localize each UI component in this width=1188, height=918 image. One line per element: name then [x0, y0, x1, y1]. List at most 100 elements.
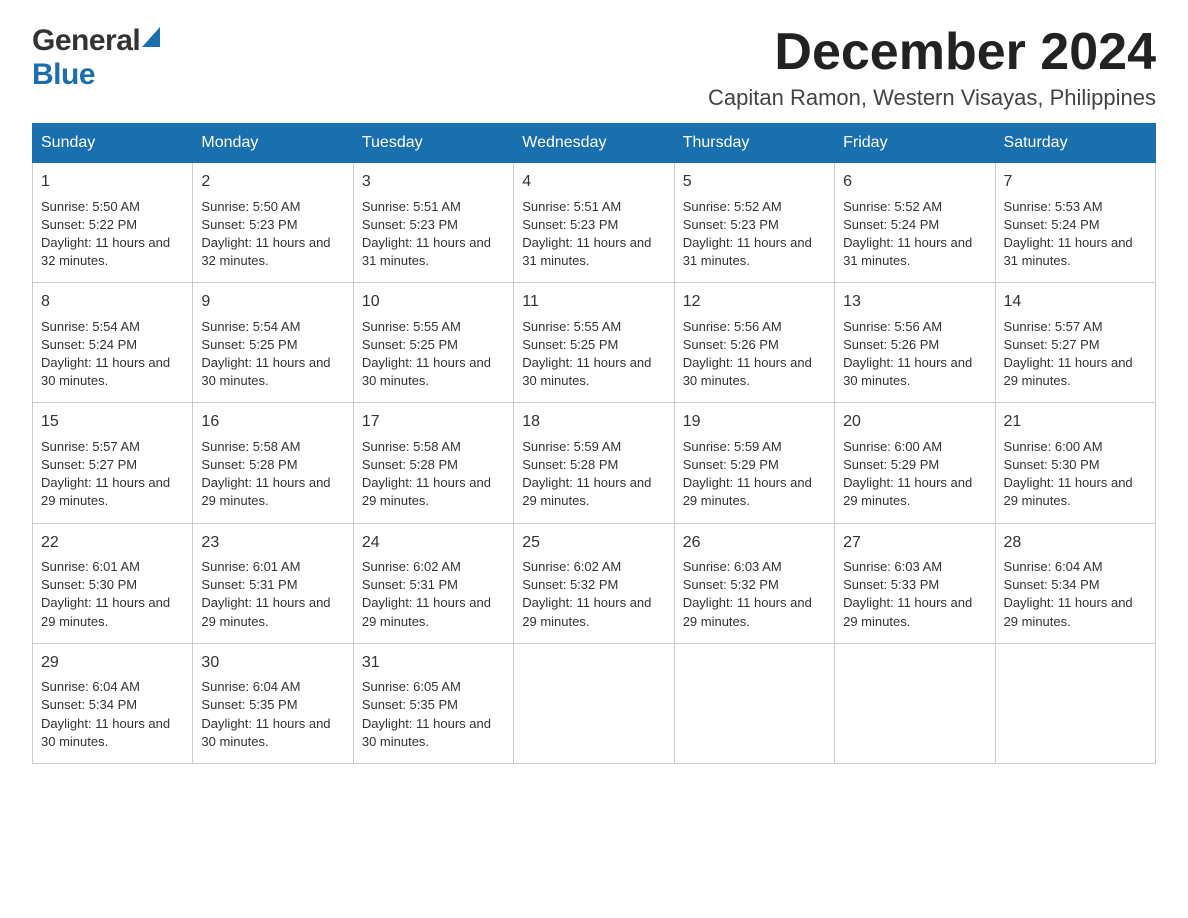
calendar-cell: 8 Sunrise: 5:54 AM Sunset: 5:24 PM Dayli… — [33, 283, 193, 403]
day-info: Sunrise: 5:55 AM Sunset: 5:25 PM Dayligh… — [362, 318, 505, 391]
calendar-cell: 29 Sunrise: 6:04 AM Sunset: 5:34 PM Dayl… — [33, 643, 193, 763]
col-header-wednesday: Wednesday — [514, 124, 674, 163]
day-number: 27 — [843, 532, 986, 554]
day-number: 15 — [41, 411, 184, 433]
col-header-sunday: Sunday — [33, 124, 193, 163]
calendar-cell: 17 Sunrise: 5:58 AM Sunset: 5:28 PM Dayl… — [353, 403, 513, 523]
day-info: Sunrise: 6:01 AM Sunset: 5:30 PM Dayligh… — [41, 558, 184, 631]
day-info: Sunrise: 5:56 AM Sunset: 5:26 PM Dayligh… — [843, 318, 986, 391]
day-number: 12 — [683, 291, 826, 313]
day-number: 5 — [683, 171, 826, 193]
calendar-cell: 28 Sunrise: 6:04 AM Sunset: 5:34 PM Dayl… — [995, 523, 1155, 643]
day-info: Sunrise: 5:58 AM Sunset: 5:28 PM Dayligh… — [201, 438, 344, 511]
day-number: 6 — [843, 171, 986, 193]
calendar-cell: 24 Sunrise: 6:02 AM Sunset: 5:31 PM Dayl… — [353, 523, 513, 643]
calendar-cell: 5 Sunrise: 5:52 AM Sunset: 5:23 PM Dayli… — [674, 163, 834, 283]
calendar-cell: 26 Sunrise: 6:03 AM Sunset: 5:32 PM Dayl… — [674, 523, 834, 643]
day-info: Sunrise: 6:05 AM Sunset: 5:35 PM Dayligh… — [362, 678, 505, 751]
calendar-cell: 11 Sunrise: 5:55 AM Sunset: 5:25 PM Dayl… — [514, 283, 674, 403]
calendar-cell: 27 Sunrise: 6:03 AM Sunset: 5:33 PM Dayl… — [835, 523, 995, 643]
calendar-cell: 3 Sunrise: 5:51 AM Sunset: 5:23 PM Dayli… — [353, 163, 513, 283]
day-info: Sunrise: 5:51 AM Sunset: 5:23 PM Dayligh… — [362, 198, 505, 271]
day-number: 3 — [362, 171, 505, 193]
day-number: 1 — [41, 171, 184, 193]
day-number: 19 — [683, 411, 826, 433]
day-number: 23 — [201, 532, 344, 554]
day-number: 18 — [522, 411, 665, 433]
day-info: Sunrise: 5:52 AM Sunset: 5:24 PM Dayligh… — [843, 198, 986, 271]
day-number: 26 — [683, 532, 826, 554]
day-info: Sunrise: 5:59 AM Sunset: 5:28 PM Dayligh… — [522, 438, 665, 511]
calendar-cell: 18 Sunrise: 5:59 AM Sunset: 5:28 PM Dayl… — [514, 403, 674, 523]
day-number: 25 — [522, 532, 665, 554]
calendar-week-2: 8 Sunrise: 5:54 AM Sunset: 5:24 PM Dayli… — [33, 283, 1156, 403]
day-info: Sunrise: 6:03 AM Sunset: 5:32 PM Dayligh… — [683, 558, 826, 631]
calendar-cell: 9 Sunrise: 5:54 AM Sunset: 5:25 PM Dayli… — [193, 283, 353, 403]
day-info: Sunrise: 6:03 AM Sunset: 5:33 PM Dayligh… — [843, 558, 986, 631]
calendar-table: SundayMondayTuesdayWednesdayThursdayFrid… — [32, 123, 1156, 764]
col-header-thursday: Thursday — [674, 124, 834, 163]
calendar-cell: 20 Sunrise: 6:00 AM Sunset: 5:29 PM Dayl… — [835, 403, 995, 523]
day-info: Sunrise: 5:53 AM Sunset: 5:24 PM Dayligh… — [1004, 198, 1147, 271]
col-header-monday: Monday — [193, 124, 353, 163]
calendar-cell: 22 Sunrise: 6:01 AM Sunset: 5:30 PM Dayl… — [33, 523, 193, 643]
calendar-cell: 15 Sunrise: 5:57 AM Sunset: 5:27 PM Dayl… — [33, 403, 193, 523]
day-number: 22 — [41, 532, 184, 554]
day-number: 29 — [41, 652, 184, 674]
calendar-cell: 13 Sunrise: 5:56 AM Sunset: 5:26 PM Dayl… — [835, 283, 995, 403]
col-header-saturday: Saturday — [995, 124, 1155, 163]
day-number: 30 — [201, 652, 344, 674]
logo-triangle-icon — [142, 27, 160, 47]
day-info: Sunrise: 5:50 AM Sunset: 5:22 PM Dayligh… — [41, 198, 184, 271]
day-info: Sunrise: 6:00 AM Sunset: 5:29 PM Dayligh… — [843, 438, 986, 511]
col-header-tuesday: Tuesday — [353, 124, 513, 163]
day-info: Sunrise: 5:58 AM Sunset: 5:28 PM Dayligh… — [362, 438, 505, 511]
day-info: Sunrise: 5:56 AM Sunset: 5:26 PM Dayligh… — [683, 318, 826, 391]
day-number: 7 — [1004, 171, 1147, 193]
day-number: 4 — [522, 171, 665, 193]
day-info: Sunrise: 5:54 AM Sunset: 5:24 PM Dayligh… — [41, 318, 184, 391]
day-info: Sunrise: 5:59 AM Sunset: 5:29 PM Dayligh… — [683, 438, 826, 511]
calendar-cell — [514, 643, 674, 763]
calendar-cell: 30 Sunrise: 6:04 AM Sunset: 5:35 PM Dayl… — [193, 643, 353, 763]
day-info: Sunrise: 5:52 AM Sunset: 5:23 PM Dayligh… — [683, 198, 826, 271]
day-number: 10 — [362, 291, 505, 313]
calendar-week-1: 1 Sunrise: 5:50 AM Sunset: 5:22 PM Dayli… — [33, 163, 1156, 283]
day-info: Sunrise: 5:51 AM Sunset: 5:23 PM Dayligh… — [522, 198, 665, 271]
calendar-cell: 31 Sunrise: 6:05 AM Sunset: 5:35 PM Dayl… — [353, 643, 513, 763]
location-subtitle: Capitan Ramon, Western Visayas, Philippi… — [708, 85, 1156, 111]
calendar-week-4: 22 Sunrise: 6:01 AM Sunset: 5:30 PM Dayl… — [33, 523, 1156, 643]
day-number: 17 — [362, 411, 505, 433]
day-info: Sunrise: 5:57 AM Sunset: 5:27 PM Dayligh… — [1004, 318, 1147, 391]
day-number: 11 — [522, 291, 665, 313]
logo-blue: Blue — [32, 58, 160, 92]
day-number: 14 — [1004, 291, 1147, 313]
day-number: 2 — [201, 171, 344, 193]
logo: General Blue — [32, 24, 160, 92]
day-info: Sunrise: 6:04 AM Sunset: 5:34 PM Dayligh… — [1004, 558, 1147, 631]
day-number: 9 — [201, 291, 344, 313]
day-number: 13 — [843, 291, 986, 313]
day-number: 20 — [843, 411, 986, 433]
day-number: 24 — [362, 532, 505, 554]
day-info: Sunrise: 6:04 AM Sunset: 5:35 PM Dayligh… — [201, 678, 344, 751]
calendar-header-row: SundayMondayTuesdayWednesdayThursdayFrid… — [33, 124, 1156, 163]
calendar-cell: 7 Sunrise: 5:53 AM Sunset: 5:24 PM Dayli… — [995, 163, 1155, 283]
day-number: 31 — [362, 652, 505, 674]
day-number: 28 — [1004, 532, 1147, 554]
day-info: Sunrise: 5:54 AM Sunset: 5:25 PM Dayligh… — [201, 318, 344, 391]
day-info: Sunrise: 6:02 AM Sunset: 5:31 PM Dayligh… — [362, 558, 505, 631]
calendar-cell: 4 Sunrise: 5:51 AM Sunset: 5:23 PM Dayli… — [514, 163, 674, 283]
day-info: Sunrise: 6:04 AM Sunset: 5:34 PM Dayligh… — [41, 678, 184, 751]
day-info: Sunrise: 6:01 AM Sunset: 5:31 PM Dayligh… — [201, 558, 344, 631]
calendar-cell: 19 Sunrise: 5:59 AM Sunset: 5:29 PM Dayl… — [674, 403, 834, 523]
title-section: December 2024 Capitan Ramon, Western Vis… — [708, 24, 1156, 111]
day-number: 16 — [201, 411, 344, 433]
month-title: December 2024 — [708, 24, 1156, 81]
calendar-cell — [835, 643, 995, 763]
day-info: Sunrise: 5:55 AM Sunset: 5:25 PM Dayligh… — [522, 318, 665, 391]
calendar-cell: 14 Sunrise: 5:57 AM Sunset: 5:27 PM Dayl… — [995, 283, 1155, 403]
col-header-friday: Friday — [835, 124, 995, 163]
calendar-cell: 23 Sunrise: 6:01 AM Sunset: 5:31 PM Dayl… — [193, 523, 353, 643]
day-number: 8 — [41, 291, 184, 313]
